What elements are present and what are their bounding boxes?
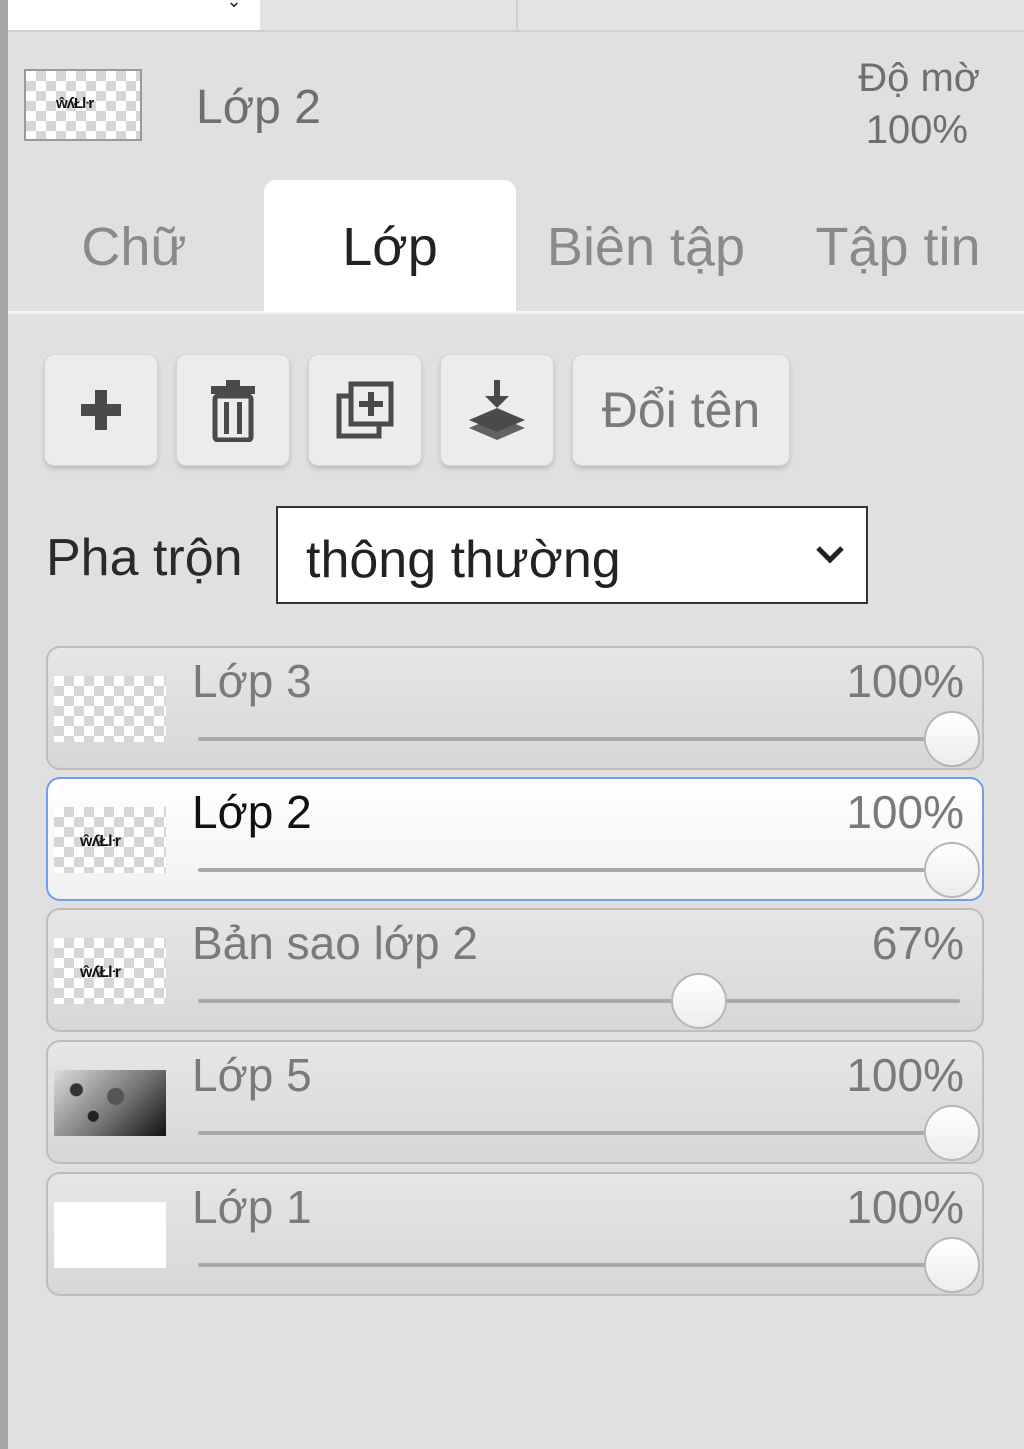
current-layer-name: Lớp 2 bbox=[196, 81, 321, 134]
opacity-slider[interactable] bbox=[198, 868, 960, 872]
layer-thumbnail bbox=[54, 1202, 166, 1268]
rename-label: Đổi tên bbox=[601, 382, 761, 438]
duplicate-layer-button[interactable] bbox=[308, 354, 422, 466]
layer-name: Lớp 1 bbox=[192, 1181, 312, 1233]
chevron-down-icon bbox=[816, 546, 844, 564]
tab-layers[interactable]: Lớp bbox=[264, 180, 516, 312]
layer-opacity-value: 100% bbox=[846, 1049, 964, 1101]
blend-mode-select[interactable]: thông thường bbox=[276, 506, 868, 604]
rename-layer-button[interactable]: Đổi tên bbox=[572, 354, 790, 466]
opacity-slider[interactable] bbox=[198, 737, 960, 741]
merge-down-button[interactable] bbox=[440, 354, 554, 466]
add-layer-button[interactable] bbox=[44, 354, 158, 466]
thumbnail-art: ŵʎŁŀr bbox=[80, 964, 121, 981]
layer-opacity-value: 100% bbox=[846, 655, 964, 707]
duplicate-icon bbox=[336, 381, 394, 439]
opacity-slider-handle[interactable] bbox=[924, 842, 980, 898]
thumbnail-art: ŵʎŁŀr bbox=[80, 833, 121, 850]
opacity-slider[interactable] bbox=[198, 1263, 960, 1267]
opacity-label: Độ mờ bbox=[858, 56, 980, 100]
layer-row[interactable]: Lớp 5 100% bbox=[46, 1040, 984, 1164]
plus-icon bbox=[81, 390, 121, 430]
opacity-slider-handle[interactable] bbox=[924, 1105, 980, 1161]
layer-name: Lớp 3 bbox=[192, 655, 312, 707]
trash-icon bbox=[211, 380, 255, 442]
layer-name: Lớp 2 bbox=[192, 786, 312, 838]
tab-file[interactable]: Tập tin bbox=[772, 180, 1024, 312]
chevron-down-icon: ⌄ bbox=[226, 0, 242, 11]
thumbnail-art: ŵʎŁŀr bbox=[56, 95, 94, 112]
opacity-slider-handle[interactable] bbox=[671, 973, 728, 1029]
layer-thumbnail: ŵʎŁŀr bbox=[54, 807, 166, 873]
opacity-slider-handle[interactable] bbox=[924, 711, 980, 767]
layer-thumbnail: ŵʎŁŀr bbox=[54, 938, 166, 1004]
panel-left-border bbox=[0, 0, 8, 1449]
opacity-slider-handle[interactable] bbox=[924, 1237, 980, 1293]
opacity-value: 100% bbox=[865, 108, 968, 152]
layer-thumbnail bbox=[54, 676, 166, 742]
opacity-slider[interactable] bbox=[198, 999, 960, 1003]
delete-layer-button[interactable] bbox=[176, 354, 290, 466]
tab-bar: Chữ Lớp Biên tập Tập tin bbox=[8, 180, 1024, 314]
merge-down-icon bbox=[469, 380, 525, 440]
layer-opacity-value: 67% bbox=[871, 917, 964, 969]
layer-row-selected[interactable]: ŵʎŁŀr Lớp 2 100% bbox=[46, 777, 984, 901]
layer-thumbnail bbox=[54, 1070, 166, 1136]
layer-name: Bản sao lớp 2 bbox=[192, 917, 478, 969]
current-layer-thumbnail: ŵʎŁŀr bbox=[24, 69, 142, 141]
layer-opacity-value: 100% bbox=[846, 1181, 964, 1233]
layer-opacity-value: 100% bbox=[846, 786, 964, 838]
tab-edit[interactable]: Biên tập bbox=[520, 180, 772, 312]
tab-text[interactable]: Chữ bbox=[8, 180, 260, 312]
layer-row[interactable]: ŵʎŁŀr Bản sao lớp 2 67% bbox=[46, 908, 984, 1032]
blend-mode-value: thông thường bbox=[306, 531, 621, 589]
top-divider bbox=[516, 0, 518, 30]
layer-name: Lớp 5 bbox=[192, 1049, 312, 1101]
top-dropdown[interactable]: ⌄ bbox=[8, 0, 260, 30]
layer-row[interactable]: Lớp 1 100% bbox=[46, 1172, 984, 1296]
blend-mode-label: Pha trộn bbox=[46, 529, 243, 587]
opacity-slider[interactable] bbox=[198, 1131, 960, 1135]
layer-row[interactable]: Lớp 3 100% bbox=[46, 646, 984, 770]
